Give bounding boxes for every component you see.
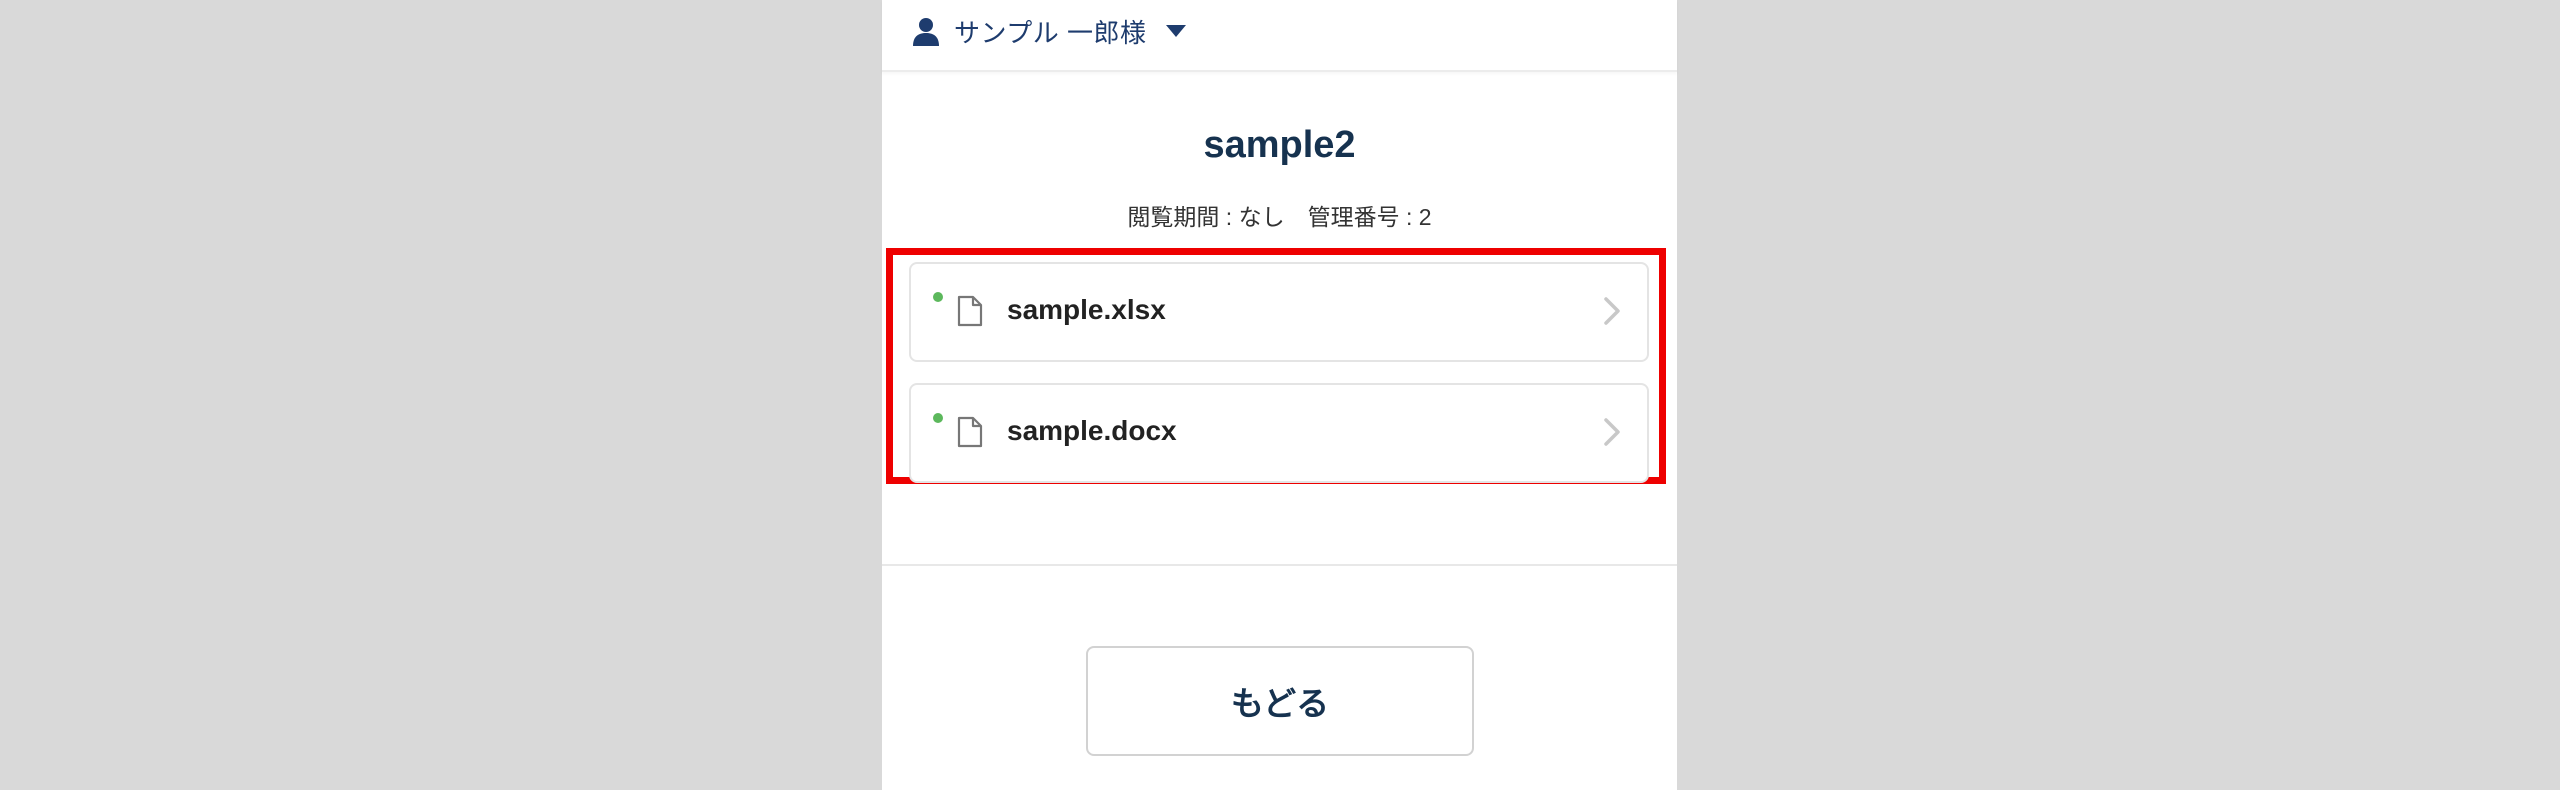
document-meta: 閲覧期間 : なし 管理番号 : 2 — [882, 198, 1677, 232]
section-divider — [882, 564, 1677, 566]
user-menu[interactable]: サンプル 一郎様 — [910, 11, 1187, 51]
user-bar: サンプル 一郎様 — [882, 0, 1677, 72]
view-period-value: なし — [1238, 204, 1285, 230]
view-period-label: 閲覧期間 — [1127, 204, 1220, 230]
new-status-dot — [933, 413, 943, 423]
file-name: sample.xlsx — [1007, 294, 1166, 325]
chevron-right-icon — [1604, 297, 1620, 325]
back-button[interactable]: もどる — [1086, 646, 1474, 756]
management-no-value: 2 — [1418, 204, 1432, 230]
management-no-label: 管理番号 — [1307, 204, 1400, 230]
caret-down-icon — [1166, 25, 1187, 37]
user-icon — [913, 18, 939, 46]
page-title: sample2 — [1203, 124, 1356, 166]
file-icon — [957, 295, 983, 327]
file-icon — [957, 416, 983, 448]
new-status-dot — [933, 292, 943, 302]
meta-separator: : — [1399, 204, 1419, 230]
meta-separator: : — [1219, 204, 1239, 230]
file-list-item[interactable]: sample.docx — [909, 383, 1649, 483]
file-name: sample.docx — [1007, 415, 1177, 446]
main-panel: サンプル 一郎様 sample2 閲覧期間 : なし 管理番号 : 2 samp… — [882, 0, 1677, 790]
chevron-right-icon — [1604, 418, 1620, 446]
file-list-item[interactable]: sample.xlsx — [909, 262, 1649, 362]
user-name: サンプル 一郎様 — [954, 17, 1147, 48]
